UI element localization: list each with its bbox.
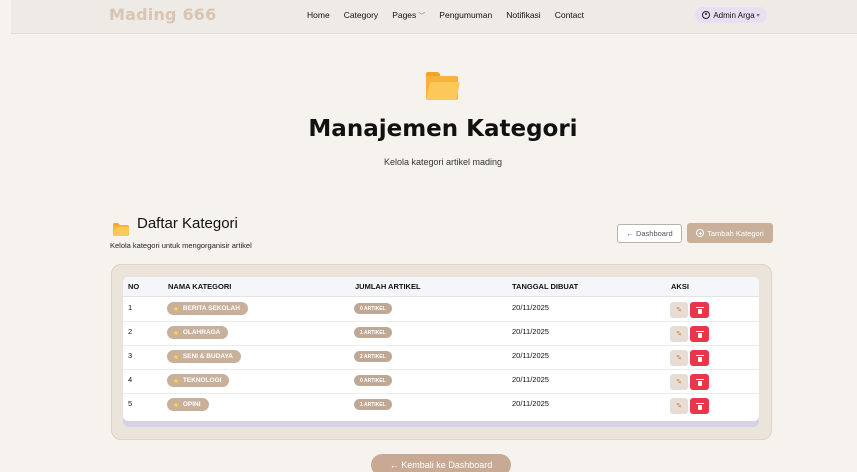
created-date: 20/11/2025 [512, 351, 549, 360]
folder-icon [425, 72, 460, 100]
delete-button[interactable] [690, 398, 709, 414]
article-count-badge: 1 ARTIKEL [354, 327, 392, 338]
table-row: 1 ★ BERITA SEKOLAH 0 ARTIKEL 20/11/2025 ✎ [123, 298, 759, 322]
plus-circle-icon [696, 229, 705, 237]
caret-down-icon: ▾ [756, 12, 760, 19]
created-date: 20/11/2025 [512, 303, 549, 312]
nav-category[interactable]: Category [344, 10, 379, 21]
star-icon: ★ [173, 329, 179, 337]
table-header: NO NAMA KATEGORI JUMLAH ARTIKEL TANGGAL … [123, 277, 759, 297]
category-name: OPINI [182, 401, 201, 408]
nav-home[interactable]: Home [307, 10, 330, 21]
pencil-icon: ✎ [676, 355, 682, 362]
row-number: 3 [128, 351, 133, 360]
trash-icon [695, 306, 704, 314]
star-icon: ★ [173, 401, 179, 409]
header-actions: AKSI [671, 282, 689, 291]
delete-button[interactable] [690, 326, 709, 342]
category-name: TEKNOLOGI [182, 377, 222, 384]
header-no: NO [128, 282, 140, 291]
trash-icon [695, 378, 704, 386]
category-badge: ★ SENI & BUDAYA [167, 350, 241, 363]
delete-button[interactable] [690, 302, 709, 318]
category-name: BERITA SEKOLAH [182, 305, 240, 312]
nav-links: Home Category Pages ﹀ Pengumuman Notifika… [307, 10, 598, 21]
table-row: 4 ★ TEKNOLOGI 0 ARTIKEL 20/11/2025 ✎ [123, 370, 759, 394]
created-date: 20/11/2025 [512, 399, 549, 408]
pencil-icon: ✎ [676, 379, 682, 386]
row-number: 5 [128, 399, 133, 408]
nav-pages[interactable]: Pages ﹀ [392, 10, 425, 21]
table-row: 3 ★ SENI & BUDAYA 2 ARTIKEL 20/11/2025 ✎ [123, 346, 759, 370]
category-badge: ★ OLAHRAGA [167, 326, 229, 339]
category-name: OLAHRAGA [182, 329, 221, 336]
edit-button[interactable]: ✎ [670, 326, 688, 342]
header-count: JUMLAH ARTIKEL [355, 282, 421, 291]
header-name: NAMA KATEGORI [168, 282, 232, 291]
article-count-badge: 2 ARTIKEL [354, 351, 392, 362]
article-count-badge: 0 ARTIKEL [354, 375, 392, 386]
star-icon: ★ [173, 353, 179, 361]
pencil-icon: ✎ [676, 307, 682, 314]
created-date: 20/11/2025 [512, 327, 549, 336]
created-date: 20/11/2025 [512, 375, 549, 384]
folder-icon [113, 223, 130, 236]
row-number: 2 [128, 327, 133, 336]
article-count-badge: 0 ARTIKEL [354, 303, 392, 314]
section-title: Daftar Kategori [137, 215, 238, 232]
delete-button[interactable] [690, 350, 709, 366]
nav-pengumuman[interactable]: Pengumuman [439, 10, 492, 21]
pencil-icon: ✎ [676, 403, 682, 410]
star-icon: ★ [173, 377, 179, 385]
nav-pages-label: Pages [392, 10, 417, 20]
table-row: 2 ★ OLAHRAGA 1 ARTIKEL 20/11/2025 ✎ [123, 322, 759, 346]
category-badge: ★ OPINI [167, 398, 209, 411]
user-name: Admin Arga [713, 10, 755, 20]
pencil-icon: ✎ [676, 331, 682, 338]
category-badge: ★ BERITA SEKOLAH [167, 302, 248, 315]
brand-logo[interactable]: Mading 666 [109, 5, 216, 24]
user-circle-icon [702, 11, 711, 19]
row-number: 4 [128, 375, 133, 384]
page-title: Manajemen Kategori [308, 116, 578, 142]
trash-icon [695, 402, 704, 410]
navbar: Mading 666 Home Category Pages ﹀ Pengumum… [11, 0, 857, 34]
edit-button[interactable]: ✎ [670, 302, 688, 318]
edit-button[interactable]: ✎ [670, 350, 688, 366]
category-badge: ★ TEKNOLOGI [167, 374, 230, 387]
add-category-label: Tambah Kategori [707, 228, 764, 238]
back-to-dashboard-button[interactable]: ← Kembali ke Dashboard [371, 454, 511, 472]
page-subtitle: Kelola kategori artikel mading [383, 157, 503, 167]
table-row: 5 ★ OPINI 1 ARTIKEL 20/11/2025 ✎ [123, 394, 759, 418]
category-table: NO NAMA KATEGORI JUMLAH ARTIKEL TANGGAL … [123, 277, 759, 421]
chevron-down-icon: ﹀ [418, 13, 426, 20]
star-icon: ★ [173, 305, 179, 313]
row-number: 1 [128, 303, 133, 312]
add-category-button[interactable]: Tambah Kategori [687, 223, 773, 243]
trash-icon [695, 330, 704, 338]
trash-icon [695, 354, 704, 362]
dashboard-button[interactable]: ← Dashboard [617, 224, 682, 243]
section-subtitle: Kelola kategori untuk mengorganisir arti… [110, 241, 252, 250]
category-name: SENI & BUDAYA [182, 353, 233, 360]
nav-contact[interactable]: Contact [555, 10, 584, 21]
article-count-badge: 1 ARTIKEL [354, 399, 392, 410]
header-date: TANGGAL DIBUAT [512, 282, 579, 291]
edit-button[interactable]: ✎ [670, 374, 688, 390]
user-menu[interactable]: Admin Arga ▾ [695, 7, 767, 23]
nav-notifikasi[interactable]: Notifikasi [506, 10, 540, 21]
edit-button[interactable]: ✎ [670, 398, 688, 414]
delete-button[interactable] [690, 374, 709, 390]
